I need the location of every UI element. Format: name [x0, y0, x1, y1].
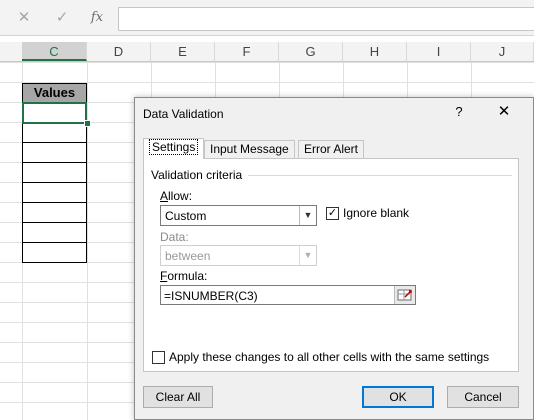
allow-value: Custom: [165, 209, 207, 223]
allow-select[interactable]: Custom ▼: [160, 205, 317, 226]
table-cell[interactable]: [22, 123, 87, 143]
validation-criteria-label: Validation criteria: [151, 168, 243, 182]
fill-handle[interactable]: [84, 120, 91, 127]
tab-error-alert[interactable]: Error Alert: [298, 140, 365, 158]
formula-label: Formula:: [160, 269, 208, 283]
column-header-g[interactable]: G: [279, 42, 343, 61]
column-header-c[interactable]: C: [22, 42, 87, 61]
column-header-j[interactable]: J: [471, 42, 534, 61]
close-icon[interactable]: ✕: [492, 102, 516, 122]
chevron-down-icon[interactable]: ▼: [299, 206, 316, 225]
allow-label: Allow:: [160, 189, 193, 203]
cancel-button[interactable]: Cancel: [447, 386, 519, 408]
column-header-d[interactable]: D: [87, 42, 151, 61]
active-cell[interactable]: [22, 102, 87, 124]
formula-value: =ISNUMBER(C3): [164, 289, 258, 303]
clear-all-button[interactable]: Clear All: [143, 386, 213, 408]
table-cell[interactable]: [22, 163, 87, 183]
table-cell[interactable]: [22, 203, 87, 223]
column-header-h[interactable]: H: [343, 42, 407, 61]
column-header-e[interactable]: E: [151, 42, 215, 61]
insert-function-icon[interactable]: fx: [88, 9, 106, 27]
dialog-title: Data Validation: [143, 107, 224, 121]
settings-panel: Validation criteria Allow: Custom ▼ ✓ Ig…: [143, 158, 519, 372]
data-value: between: [165, 249, 211, 263]
data-validation-dialog: Data Validation ? ✕ Settings Input Messa…: [134, 97, 534, 420]
formula-field[interactable]: =ISNUMBER(C3): [160, 285, 416, 305]
help-icon[interactable]: ?: [449, 102, 469, 122]
column-headers: C D E F G H I J: [0, 42, 534, 62]
ignore-blank-checkbox[interactable]: ✓: [326, 207, 339, 220]
formula-bar: ✕ ✓ fx: [0, 0, 534, 36]
tab-settings-label: Settings: [149, 139, 199, 155]
divider: [248, 175, 512, 176]
values-header-cell[interactable]: Values: [22, 83, 87, 103]
table-cell[interactable]: [22, 223, 87, 243]
formula-input[interactable]: [118, 7, 534, 31]
range-selector-icon[interactable]: [394, 286, 415, 304]
data-label: Data:: [160, 230, 189, 244]
checkmark-icon: ✓: [327, 207, 338, 219]
tab-settings[interactable]: Settings: [143, 138, 205, 159]
chevron-down-icon: ▼: [299, 246, 316, 265]
tab-input-message[interactable]: Input Message: [204, 140, 295, 158]
column-header-i[interactable]: I: [407, 42, 471, 61]
ignore-blank-label: Ignore blank: [343, 206, 410, 220]
column-header-f[interactable]: F: [215, 42, 279, 61]
ok-button[interactable]: OK: [362, 386, 434, 408]
apply-all-checkbox[interactable]: [152, 351, 165, 364]
table-cell[interactable]: [22, 243, 87, 263]
data-select: between ▼: [160, 245, 317, 266]
table-cell[interactable]: [22, 183, 87, 203]
enter-check-icon[interactable]: ✓: [53, 9, 71, 27]
cancel-icon[interactable]: ✕: [15, 9, 33, 27]
apply-all-label: Apply these changes to all other cells w…: [169, 350, 490, 364]
table-cell[interactable]: [22, 143, 87, 163]
